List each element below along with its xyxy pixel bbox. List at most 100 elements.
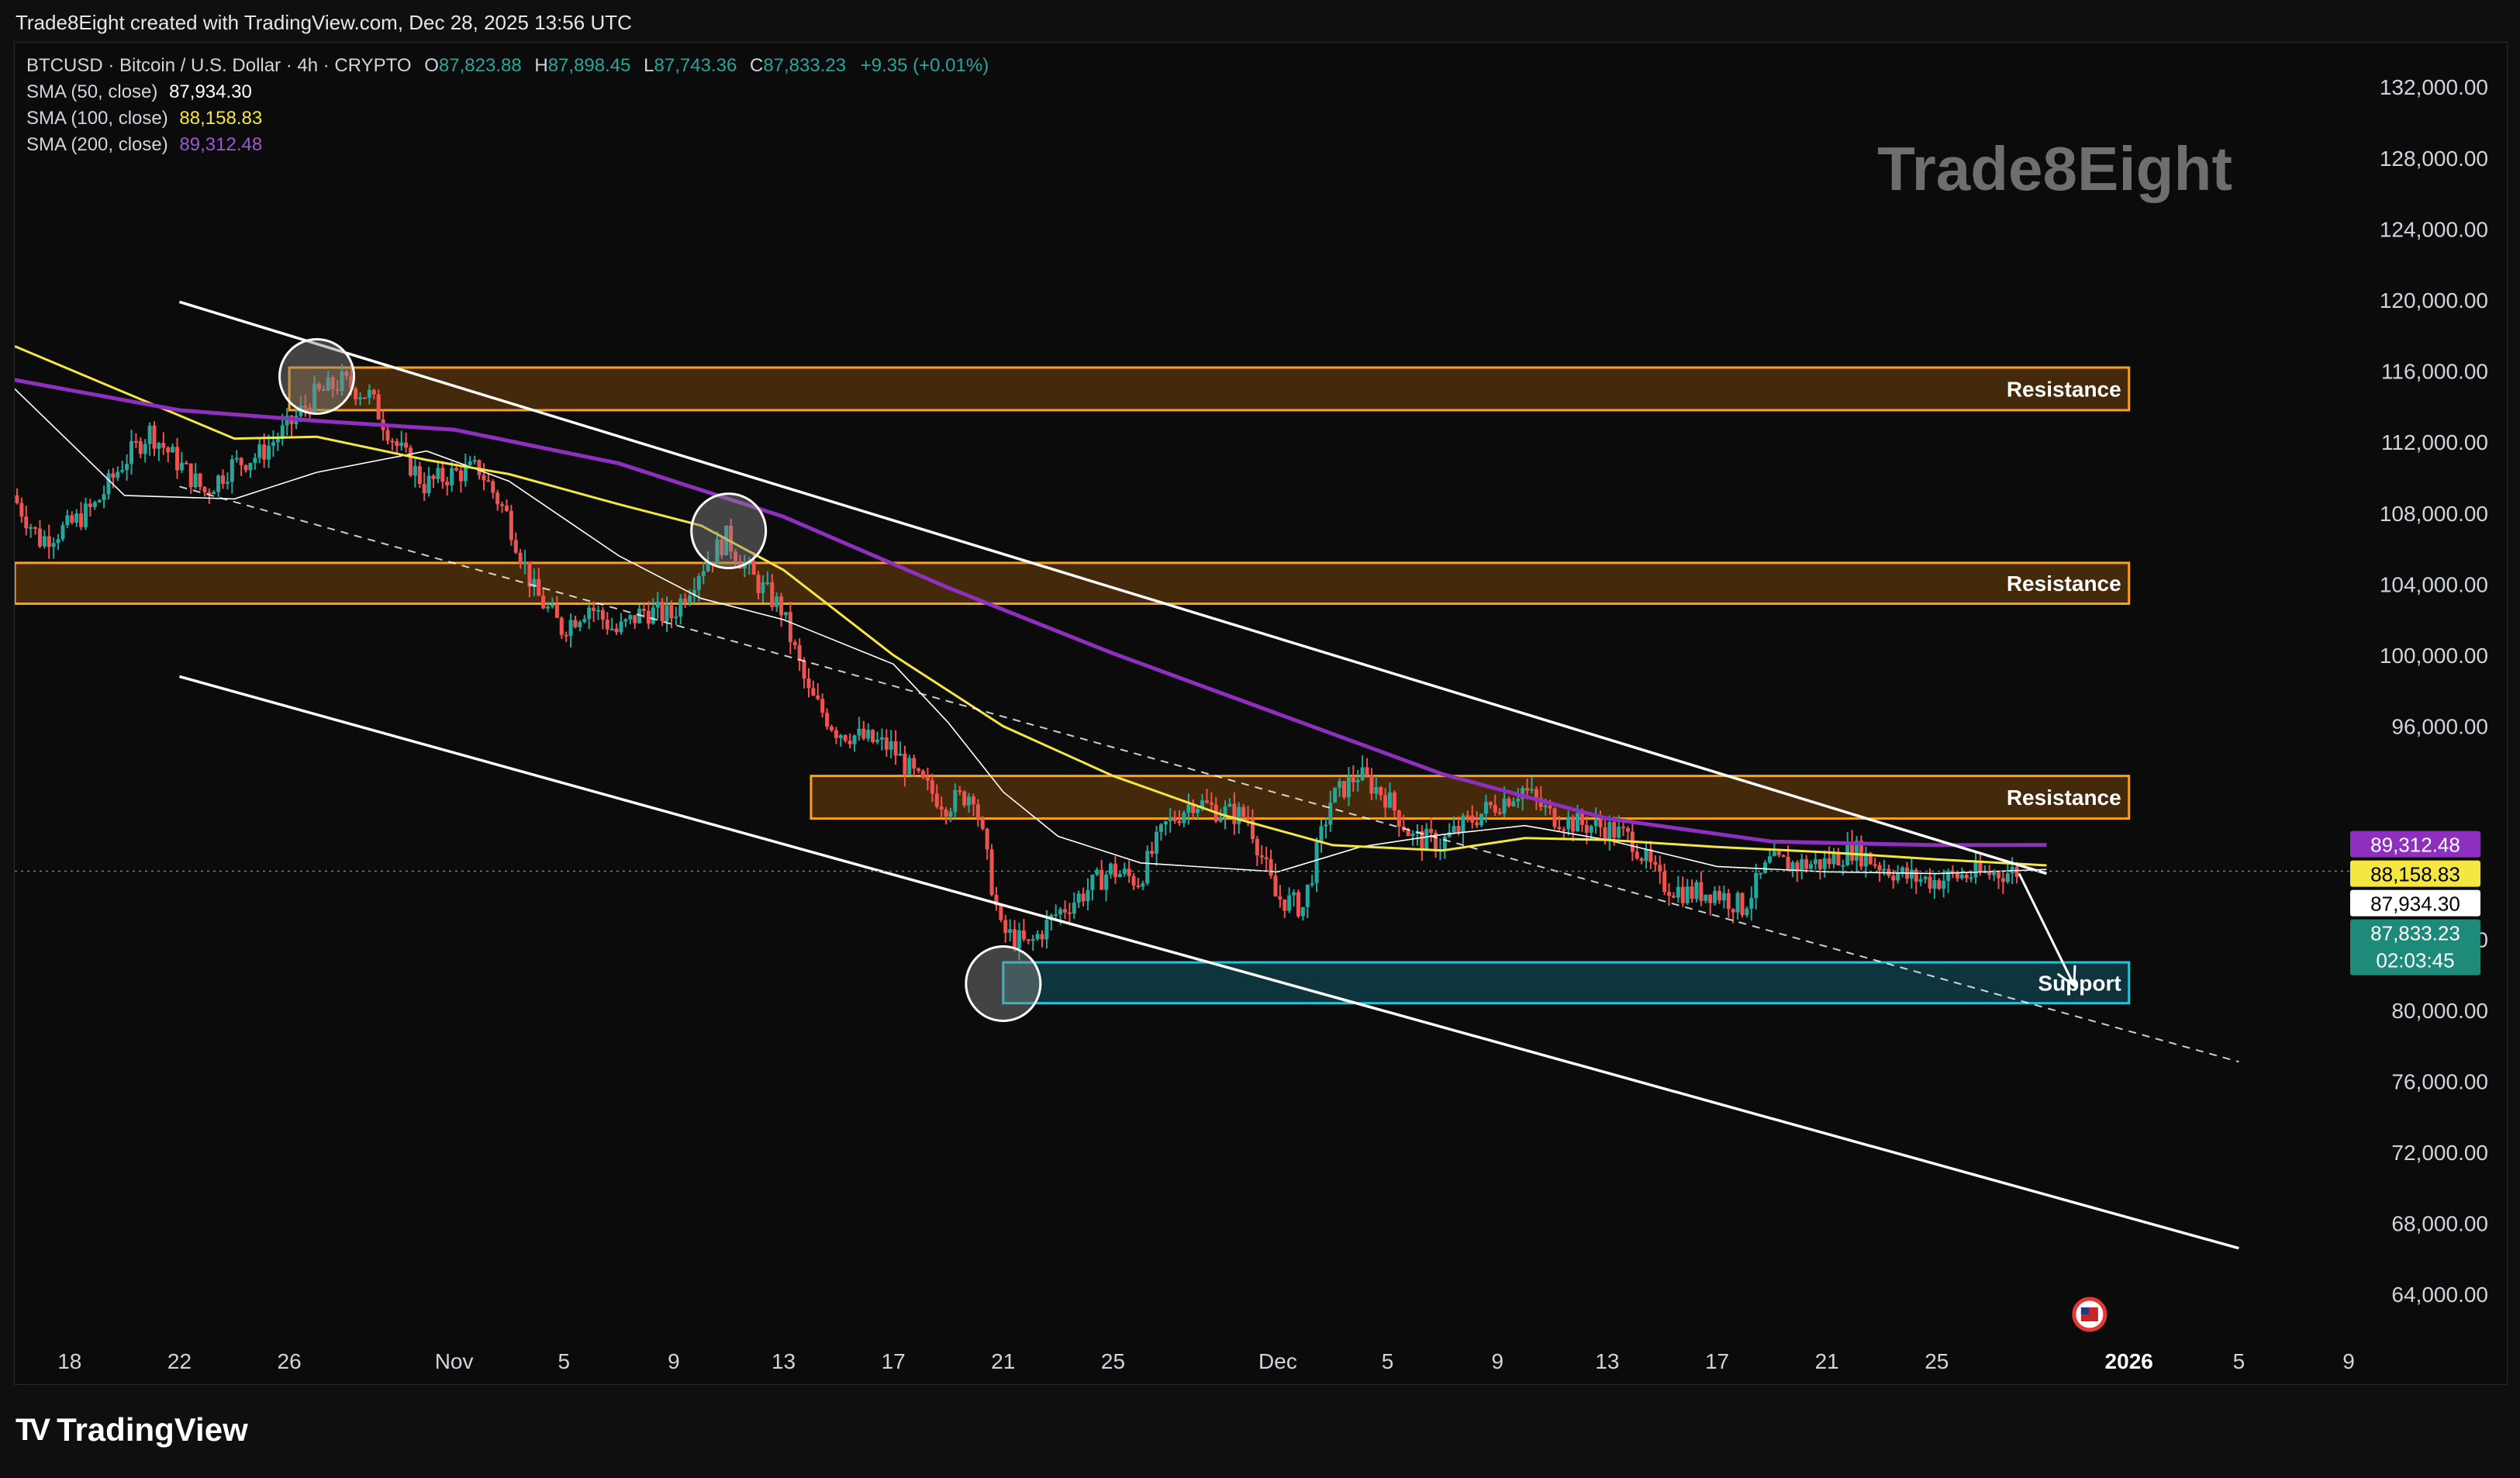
candle-body: [147, 425, 152, 444]
candle-body: [985, 828, 989, 850]
candle-body: [152, 425, 157, 449]
candle-body: [1822, 858, 1827, 869]
y-tick-label-7: 104,000.00: [2380, 572, 2488, 596]
candle-body: [1676, 886, 1680, 898]
candle-body: [193, 473, 198, 488]
candle-body: [1383, 795, 1388, 808]
candle-body: [1209, 802, 1213, 805]
candle-body: [1781, 855, 1786, 857]
highlight-circle-1: [690, 492, 768, 570]
x-tick-label-17: 2026: [2105, 1349, 2153, 1373]
legend-high-value: 87,898.45: [547, 55, 631, 76]
candle-body: [422, 483, 426, 494]
candle-body: [1406, 830, 1410, 837]
legend-close-label: C: [749, 55, 764, 76]
legend-sma100-row[interactable]: SMA (100, close) 88,158.83: [26, 105, 989, 132]
candle-body: [1804, 859, 1809, 869]
candle-body: [1342, 781, 1347, 798]
legend-low-value: 87,743.36: [654, 55, 737, 76]
candle-body: [2014, 866, 2019, 877]
chart-area[interactable]: Trade8Eight Resistance Resistance Resistanc…: [14, 42, 2508, 1385]
candle-body: [751, 561, 756, 575]
candle-body: [358, 397, 363, 399]
chart-caption: Trade8Eight created with TradingView.com…: [16, 11, 632, 34]
candle-body: [1612, 822, 1617, 838]
legend-sma50-label: SMA (50, close): [26, 81, 158, 102]
candle-body: [1708, 894, 1713, 903]
price-tag-text-2: 87,934.30: [2370, 893, 2460, 916]
legend-sma100-value: 88,158.83: [179, 108, 263, 129]
candle-body: [1300, 906, 1305, 917]
candle-body: [1026, 939, 1030, 941]
candle-body: [376, 394, 381, 420]
candle-body: [371, 389, 376, 395]
candle-body: [19, 502, 24, 517]
candle-body: [417, 466, 422, 484]
legend-ohlc-row: BTCUSD · Bitcoin / U.S. Dollar · 4h · CR…: [26, 53, 989, 79]
candle-body: [1186, 804, 1191, 813]
candle-body: [775, 596, 779, 607]
candle-body: [1726, 893, 1731, 910]
chart-background: [15, 43, 2507, 1384]
candle-body: [1150, 851, 1155, 855]
candle-body: [655, 602, 660, 608]
legend-sma200-value: 89,312.48: [179, 134, 263, 155]
candle-body: [1379, 787, 1383, 796]
tradingview-footer[interactable]: TV TradingView: [16, 1411, 248, 1449]
candle-body: [1969, 877, 1973, 879]
candle-body: [230, 459, 234, 482]
legend-sma50-row[interactable]: SMA (50, close) 87,934.30: [26, 79, 989, 105]
candle-body: [74, 513, 79, 523]
candle-body: [1621, 827, 1626, 829]
x-tick-label-12: 9: [1491, 1349, 1503, 1373]
price-tag-2: 87,934.30: [2350, 889, 2480, 917]
x-tick-label-15: 21: [1815, 1349, 1839, 1373]
legend-sma200-row[interactable]: SMA (200, close) 89,312.48: [26, 132, 989, 158]
candle-body: [600, 610, 605, 620]
candle-body: [948, 811, 953, 817]
candle-body: [1305, 884, 1310, 907]
legend-open-value: 87,823.88: [438, 55, 522, 76]
candle-body: [573, 620, 578, 627]
candle-body: [1282, 899, 1287, 911]
candle-body: [554, 605, 559, 618]
candle-body: [1937, 880, 1942, 889]
candle-body: [1795, 862, 1800, 871]
candle-body: [1827, 858, 1831, 865]
candle-body: [651, 607, 655, 624]
candle-body: [1579, 813, 1584, 825]
candle-body: [660, 602, 665, 621]
x-tick-label-9: 25: [1101, 1349, 1125, 1373]
candle-body: [120, 470, 125, 472]
candle-body: [1246, 817, 1251, 819]
candle-body: [1557, 827, 1562, 830]
candle-body: [1333, 787, 1338, 803]
candle-body: [1617, 827, 1621, 838]
candle-body: [1800, 859, 1804, 871]
candle-body: [1932, 880, 1937, 889]
candle-body: [395, 441, 399, 447]
candle-body: [1831, 853, 1836, 865]
candle-body: [1081, 893, 1086, 902]
candle-body: [1896, 872, 1900, 881]
y-tick-label-15: 64,000.00: [2391, 1283, 2488, 1307]
candle-body: [830, 727, 834, 730]
candle-body: [811, 688, 816, 696]
candle-body: [1639, 858, 1644, 862]
zone-label-2: Resistance: [2007, 786, 2121, 810]
price-chart[interactable]: Trade8Eight Resistance Resistance Resistanc…: [15, 43, 2507, 1384]
candle-body: [1841, 865, 1845, 867]
candle-body: [797, 645, 802, 661]
candle-body: [1328, 803, 1333, 825]
candle-body: [1076, 893, 1081, 903]
candle-body: [1136, 885, 1141, 887]
candle-body: [592, 607, 596, 611]
candle-body: [143, 444, 147, 454]
candle-body: [1264, 857, 1269, 860]
candle-body: [989, 849, 994, 896]
candle-body: [967, 796, 972, 806]
candle-body: [871, 730, 875, 742]
candle-body: [1818, 859, 1822, 869]
candle-body: [1562, 829, 1566, 831]
candle-body: [253, 458, 257, 464]
